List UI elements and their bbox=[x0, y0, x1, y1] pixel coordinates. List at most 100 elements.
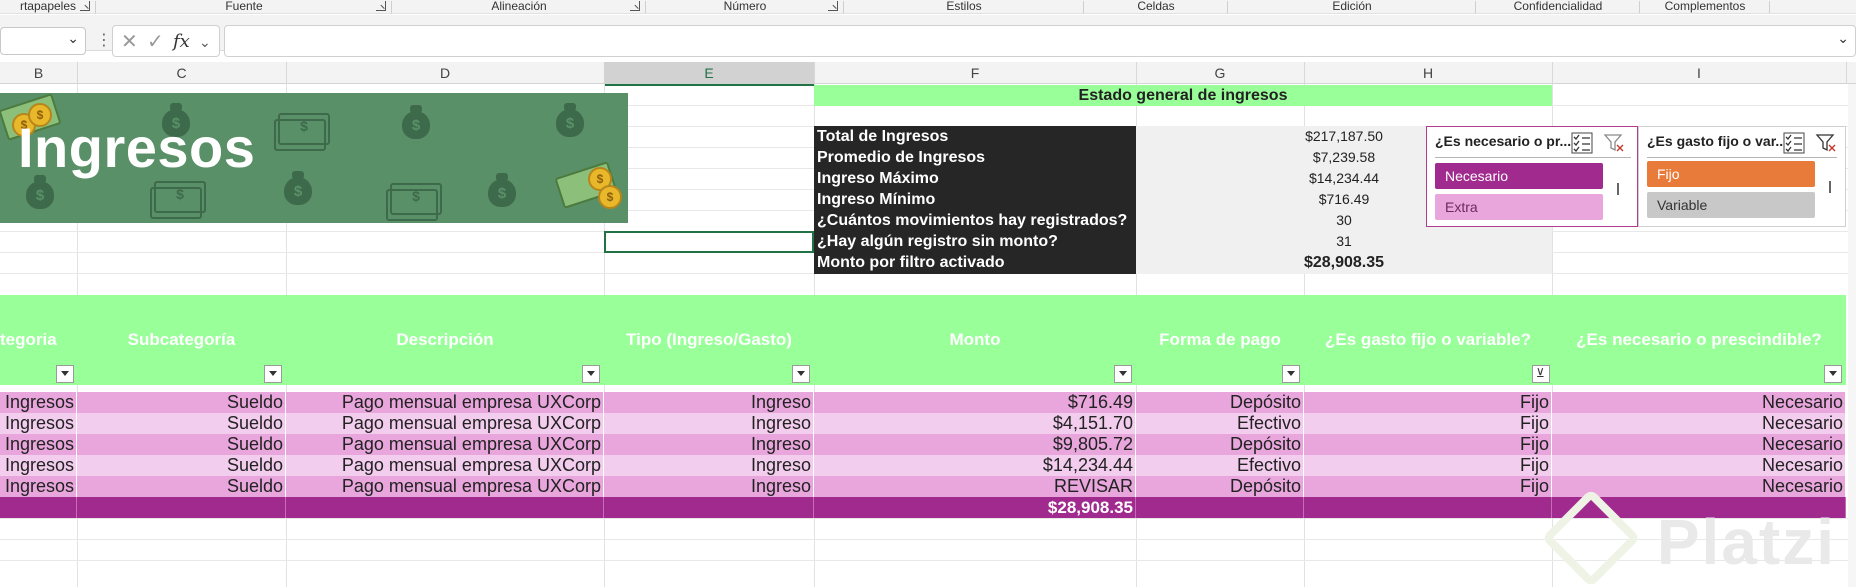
cell-tipo[interactable]: Ingreso bbox=[604, 476, 814, 497]
chevron-down-icon[interactable]: ⌄ bbox=[199, 26, 211, 58]
cell-fijo-variable[interactable]: Fijo bbox=[1304, 392, 1552, 413]
cell-monto[interactable]: REVISAR bbox=[814, 476, 1136, 497]
clear-filter-icon[interactable] bbox=[1603, 132, 1625, 154]
active-cell[interactable] bbox=[604, 231, 814, 253]
cell-descripcion[interactable]: Pago mensual empresa UXCorp bbox=[286, 455, 604, 476]
column-header-b[interactable]: B bbox=[0, 62, 78, 84]
cell-descripcion[interactable]: Pago mensual empresa UXCorp bbox=[286, 392, 604, 413]
summary-label: Ingreso Mínimo bbox=[817, 191, 936, 208]
slicer-scrollbar[interactable] bbox=[1829, 181, 1831, 193]
dialog-launcher-icon[interactable] bbox=[376, 1, 386, 11]
money-bag-icon: $ bbox=[554, 101, 586, 139]
filter-active-icon[interactable] bbox=[1532, 365, 1550, 383]
cell-categoria[interactable]: Ingresos bbox=[0, 455, 77, 476]
filter-dropdown-button[interactable] bbox=[1282, 365, 1300, 383]
cell-monto[interactable]: $4,151.70 bbox=[814, 413, 1136, 434]
cell-necesario[interactable]: Necesario bbox=[1552, 434, 1846, 455]
cell-tipo[interactable]: Ingreso bbox=[604, 455, 814, 476]
cell-forma-pago[interactable]: Efectivo bbox=[1136, 413, 1304, 434]
cell-categoria[interactable]: Ingresos bbox=[0, 392, 77, 413]
column-header-d[interactable]: D bbox=[286, 62, 605, 84]
enter-check-icon[interactable]: ✓ bbox=[147, 26, 164, 58]
cell-descripcion[interactable]: Pago mensual empresa UXCorp bbox=[286, 413, 604, 434]
slicer-item-variable[interactable]: Variable bbox=[1647, 192, 1815, 218]
cell-monto[interactable]: $14,234.44 bbox=[814, 455, 1136, 476]
cell-monto[interactable]: $9,805.72 bbox=[814, 434, 1136, 455]
cell-tipo[interactable]: Ingreso bbox=[604, 392, 814, 413]
table-row: Ingresos Sueldo Pago mensual empresa UXCor… bbox=[0, 476, 1846, 497]
cell-subcategoria[interactable]: Sueldo bbox=[77, 476, 286, 497]
cell-forma-pago[interactable]: Depósito bbox=[1136, 392, 1304, 413]
slicer-item-extra[interactable]: Extra bbox=[1435, 194, 1603, 220]
cell-monto[interactable]: $716.49 bbox=[814, 392, 1136, 413]
cell-categoria[interactable]: Ingresos bbox=[0, 476, 77, 497]
cell-descripcion[interactable]: Pago mensual empresa UXCorp bbox=[286, 476, 604, 497]
filter-dropdown-button[interactable] bbox=[1114, 365, 1132, 383]
column-header-c[interactable]: C bbox=[77, 62, 287, 84]
slicer-fijo[interactable]: ¿Es gasto fijo o var... Fijo Variable bbox=[1638, 126, 1846, 227]
cell-subcategoria[interactable]: Sueldo bbox=[77, 455, 286, 476]
cell-tipo[interactable]: Ingreso bbox=[604, 413, 814, 434]
banner-title: Ingresos bbox=[18, 116, 256, 179]
formula-input[interactable]: ⌄ bbox=[224, 25, 1856, 57]
slicer-scrollbar[interactable] bbox=[1617, 183, 1619, 195]
ribbon-group-addins: Complementos bbox=[1640, 0, 1770, 13]
cell-fijo-variable[interactable]: Fijo bbox=[1304, 434, 1552, 455]
cell-subcategoria[interactable]: Sueldo bbox=[77, 413, 286, 434]
column-header-g[interactable]: G bbox=[1136, 62, 1305, 84]
cell-fijo-variable[interactable]: Fijo bbox=[1304, 455, 1552, 476]
money-bag-icon: $ bbox=[486, 171, 518, 209]
cell-necesario[interactable]: Necesario bbox=[1552, 392, 1846, 413]
chevron-down-icon[interactable]: ⌄ bbox=[67, 30, 79, 47]
cell-descripcion[interactable]: Pago mensual empresa UXCorp bbox=[286, 434, 604, 455]
filter-dropdown-button[interactable] bbox=[792, 365, 810, 383]
dialog-launcher-icon[interactable] bbox=[80, 1, 90, 11]
slicer-necesario[interactable]: ¿Es necesario o pr... Necesario Extra bbox=[1426, 126, 1638, 227]
cell-forma-pago[interactable]: Depósito bbox=[1136, 476, 1304, 497]
cell-subcategoria[interactable]: Sueldo bbox=[77, 392, 286, 413]
clear-filter-icon[interactable] bbox=[1815, 132, 1837, 154]
cell-categoria[interactable]: Ingresos bbox=[0, 434, 77, 455]
ingresos-banner[interactable]: $ $ $ $ $ $ $ $ $ $ $ $ $ Ingresos bbox=[0, 93, 628, 223]
ribbon-group-sensitivity: Confidencialidad bbox=[1476, 0, 1640, 13]
insert-function-icon[interactable]: fx bbox=[173, 26, 190, 58]
vertical-scrollbar[interactable] bbox=[1848, 84, 1856, 587]
formula-actions: ✕ ✓ fx ⌄ bbox=[112, 25, 220, 57]
table-row: Ingresos Sueldo Pago mensual empresa UXCor… bbox=[0, 413, 1846, 434]
cell-fijo-variable[interactable]: Fijo bbox=[1304, 476, 1552, 497]
cell-categoria[interactable]: Ingresos bbox=[0, 413, 77, 434]
multi-select-icon[interactable] bbox=[1783, 132, 1805, 154]
filter-dropdown-button[interactable] bbox=[1824, 365, 1842, 383]
table-row: Ingresos Sueldo Pago mensual empresa UXCor… bbox=[0, 392, 1846, 413]
column-header-h[interactable]: H bbox=[1304, 62, 1553, 84]
total-monto[interactable]: $28,908.35 bbox=[814, 497, 1136, 518]
more-options-icon[interactable]: ⋮ bbox=[96, 27, 112, 55]
filter-dropdown-button[interactable] bbox=[582, 365, 600, 383]
dialog-launcher-icon[interactable] bbox=[828, 1, 838, 11]
summary-label: ¿Cuántos movimientos hay registrados? bbox=[817, 212, 1128, 229]
cancel-icon[interactable]: ✕ bbox=[121, 26, 138, 58]
cell-tipo[interactable]: Ingreso bbox=[604, 434, 814, 455]
cell-forma-pago[interactable]: Efectivo bbox=[1136, 455, 1304, 476]
header-descripcion: Descripción bbox=[396, 330, 494, 349]
summary-value: 31 bbox=[1336, 233, 1352, 249]
ribbon-group-clipboard: rtapapeles bbox=[0, 0, 96, 13]
multi-select-icon[interactable] bbox=[1571, 132, 1593, 154]
column-header-i[interactable]: I bbox=[1552, 62, 1847, 84]
name-box[interactable]: ⌄ bbox=[0, 27, 86, 55]
filter-dropdown-button[interactable] bbox=[56, 365, 74, 383]
filter-dropdown-button[interactable] bbox=[264, 365, 282, 383]
column-header-f[interactable]: F bbox=[814, 62, 1137, 84]
cell-subcategoria[interactable]: Sueldo bbox=[77, 434, 286, 455]
cell-forma-pago[interactable]: Depósito bbox=[1136, 434, 1304, 455]
cell-necesario[interactable]: Necesario bbox=[1552, 413, 1846, 434]
column-header-e[interactable]: E bbox=[604, 62, 815, 86]
slicer-item-fijo[interactable]: Fijo bbox=[1647, 161, 1815, 187]
slicer-title: ¿Es gasto fijo o var... bbox=[1647, 133, 1788, 149]
expand-formula-icon[interactable]: ⌄ bbox=[1837, 30, 1849, 47]
dialog-launcher-icon[interactable] bbox=[630, 1, 640, 11]
slicer-item-necesario[interactable]: Necesario bbox=[1435, 163, 1603, 189]
cell-necesario[interactable]: Necesario bbox=[1552, 455, 1846, 476]
cell-fijo-variable[interactable]: Fijo bbox=[1304, 413, 1552, 434]
table-row: Ingresos Sueldo Pago mensual empresa UXCor… bbox=[0, 455, 1846, 476]
